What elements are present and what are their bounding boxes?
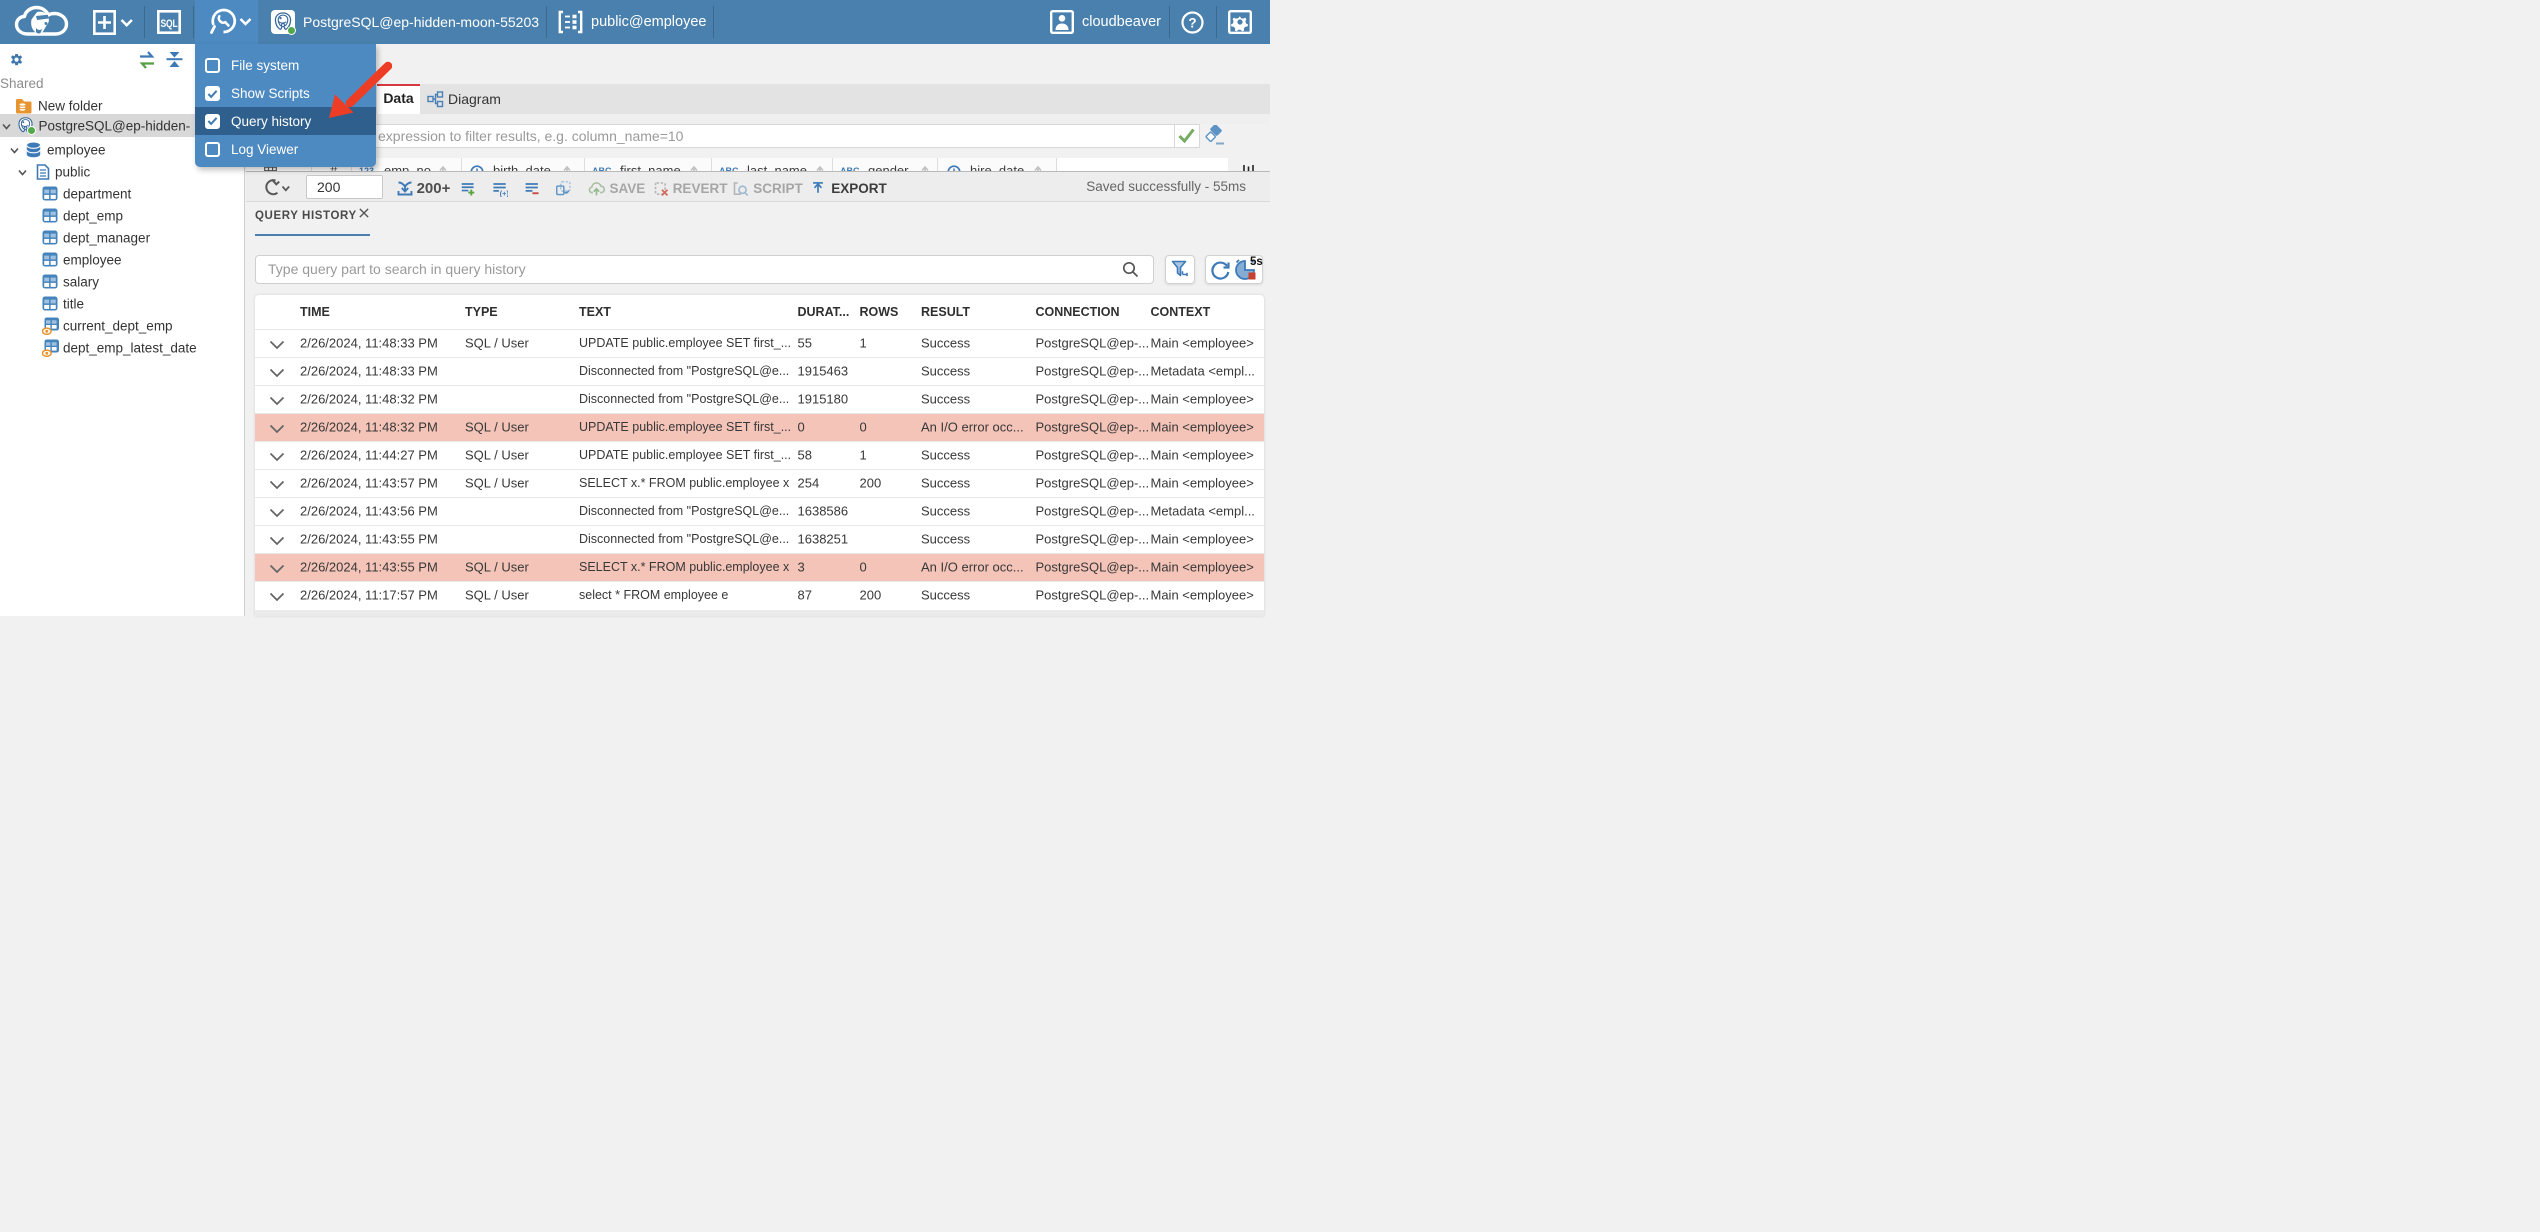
svg-text:SQL: SQL <box>161 18 178 30</box>
svg-text:?: ? <box>1188 16 1196 31</box>
